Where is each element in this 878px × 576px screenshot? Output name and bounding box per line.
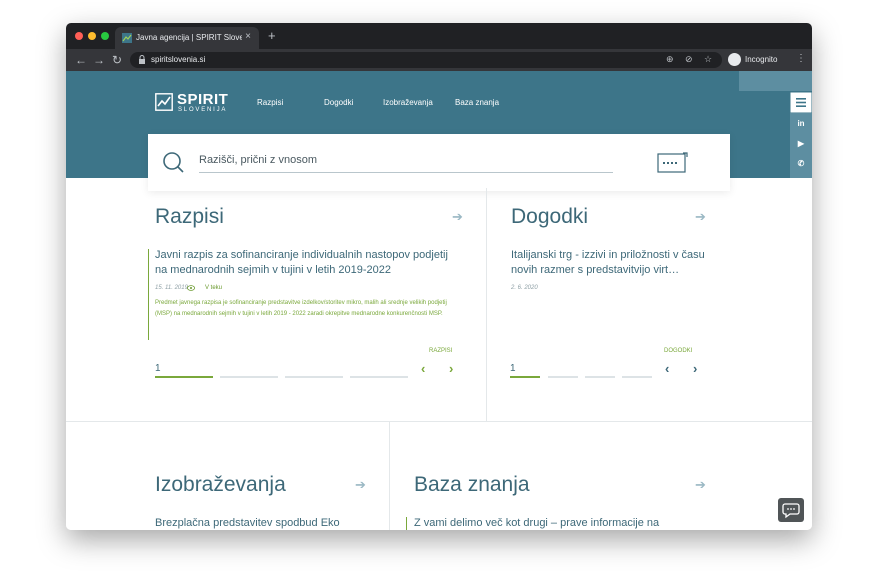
- youtube-icon[interactable]: ▶: [790, 139, 812, 148]
- column-divider-top: [486, 188, 487, 422]
- bookmark-star-icon[interactable]: ☆: [704, 54, 712, 65]
- incognito-badge[interactable]: Incognito: [726, 52, 786, 68]
- tab-title: Javna agencija | SPIRIT Slovenija: [136, 33, 242, 42]
- eye-icon: [187, 285, 195, 291]
- chat-button[interactable]: [778, 498, 804, 522]
- search-input[interactable]: Razišči, prični z vnosom: [199, 154, 317, 166]
- zoom-icon[interactable]: ⊕: [666, 54, 674, 65]
- dogodki-next-icon[interactable]: ›: [693, 361, 697, 376]
- izobrazevanja-heading[interactable]: Izobraževanja: [155, 473, 286, 497]
- razpisi-pager-seg-4[interactable]: [350, 376, 408, 378]
- dogodki-page-number: 1: [510, 363, 516, 374]
- search-box[interactable]: Razišči, prični z vnosom: [148, 134, 730, 191]
- nav-dogodki[interactable]: Dogodki: [324, 98, 353, 107]
- razpisi-pager-seg-1[interactable]: [155, 376, 213, 378]
- address-bar[interactable]: spiritslovenia.si ⊕ ⊘ ☆: [130, 52, 722, 68]
- reload-icon[interactable]: ↻: [112, 52, 122, 68]
- row-divider: [66, 421, 812, 422]
- forward-icon[interactable]: →: [93, 52, 105, 68]
- razpisi-heading[interactable]: Razpisi: [155, 205, 224, 229]
- browser-toolbar: ← → ↻ spiritslovenia.si ⊕ ⊘ ☆ Incognito …: [66, 49, 812, 71]
- dogodki-pager-seg-1[interactable]: [510, 376, 540, 378]
- razpisi-arrow-icon[interactable]: ➔: [452, 209, 463, 225]
- browser-menu-icon[interactable]: ⋮: [796, 52, 806, 66]
- nav-razpisi[interactable]: Razpisi: [257, 98, 283, 107]
- social-sidebar: in ▶ ✆: [790, 113, 812, 178]
- razpisi-prev-icon[interactable]: ‹: [421, 361, 425, 376]
- keyboard-icon[interactable]: [657, 150, 689, 174]
- nav-izobrazevanja[interactable]: Izobraževanja: [383, 98, 433, 107]
- razpisi-pager-seg-3[interactable]: [285, 376, 343, 378]
- chat-icon: [782, 503, 800, 519]
- dogodki-pager-seg-3[interactable]: [585, 376, 615, 378]
- dogodki-item-title[interactable]: Italijanski trg - izzivi in priložnosti …: [511, 248, 716, 278]
- phone-icon[interactable]: ✆: [790, 159, 812, 168]
- close-window-button[interactable]: [75, 32, 83, 40]
- dogodki-heading[interactable]: Dogodki: [511, 205, 588, 229]
- hamburger-icon: [789, 91, 812, 114]
- baza-znanja-item-title[interactable]: Z vami delimo več kot drugi – prave info…: [414, 516, 704, 530]
- browser-window: Javna agencija | SPIRIT Slovenija × + ← …: [66, 23, 812, 530]
- dogodki-prev-icon[interactable]: ‹: [665, 361, 669, 376]
- browser-tab[interactable]: Javna agencija | SPIRIT Slovenija ×: [115, 27, 259, 49]
- logo-chart-icon: [155, 93, 173, 111]
- razpisi-item-status: V teku: [205, 285, 223, 291]
- razpisi-tag[interactable]: RAZPISI: [429, 348, 452, 354]
- dogodki-item-date: 2. 6. 2020: [511, 285, 538, 291]
- header-corner-block: [739, 71, 812, 91]
- tracking-blocked-icon[interactable]: ⊘: [685, 54, 693, 65]
- izobrazevanja-item-title[interactable]: Brezplačna predstavitev spodbud Eko: [155, 516, 375, 530]
- hamburger-menu-button[interactable]: [789, 91, 812, 114]
- logo-subtitle: SLOVENIJA: [178, 107, 228, 113]
- razpisi-page-number: 1: [155, 363, 161, 374]
- nav-baza-znanja[interactable]: Baza znanja: [455, 98, 499, 107]
- favicon-icon: [122, 33, 132, 43]
- logo-name: SPIRIT: [177, 91, 229, 108]
- tab-close-icon[interactable]: ×: [245, 31, 251, 42]
- razpisi-item-description: Predmet javnega razpisa je sofinanciranj…: [155, 300, 447, 317]
- web-page: SPIRIT SLOVENIJA Razpisi Dogodki Izobraž…: [66, 71, 812, 530]
- baza-znanja-heading[interactable]: Baza znanja: [414, 473, 530, 497]
- incognito-label: Incognito: [745, 55, 778, 64]
- dogodki-tag[interactable]: DOGODKI: [664, 348, 692, 354]
- dogodki-arrow-icon[interactable]: ➔: [695, 209, 706, 225]
- razpisi-next-icon[interactable]: ›: [449, 361, 453, 376]
- url-text: spiritslovenia.si: [151, 55, 206, 64]
- minimize-window-button[interactable]: [88, 32, 96, 40]
- izobrazevanja-arrow-icon[interactable]: ➔: [355, 477, 366, 493]
- column-divider-bottom: [389, 421, 390, 530]
- new-tab-button[interactable]: +: [268, 28, 276, 43]
- razpisi-item-date: 15. 11. 2019: [155, 285, 188, 291]
- razpisi-pager-seg-2[interactable]: [220, 376, 278, 378]
- tab-bar: Javna agencija | SPIRIT Slovenija × +: [66, 23, 812, 49]
- baza-znanja-accent-bar: [406, 517, 407, 530]
- linkedin-icon[interactable]: in: [790, 119, 812, 128]
- razpisi-item-title[interactable]: Javni razpis za sofinanciranje individua…: [155, 248, 455, 278]
- zoom-window-button[interactable]: [101, 32, 109, 40]
- back-icon[interactable]: ←: [75, 52, 87, 68]
- dogodki-pager-seg-2[interactable]: [548, 376, 578, 378]
- incognito-icon: [728, 53, 741, 66]
- baza-znanja-arrow-icon[interactable]: ➔: [695, 477, 706, 493]
- dogodki-pager-seg-4[interactable]: [622, 376, 652, 378]
- lock-icon: [139, 55, 145, 64]
- search-underline: [199, 172, 613, 173]
- search-icon: [163, 152, 184, 173]
- razpisi-accent-bar: [148, 249, 149, 340]
